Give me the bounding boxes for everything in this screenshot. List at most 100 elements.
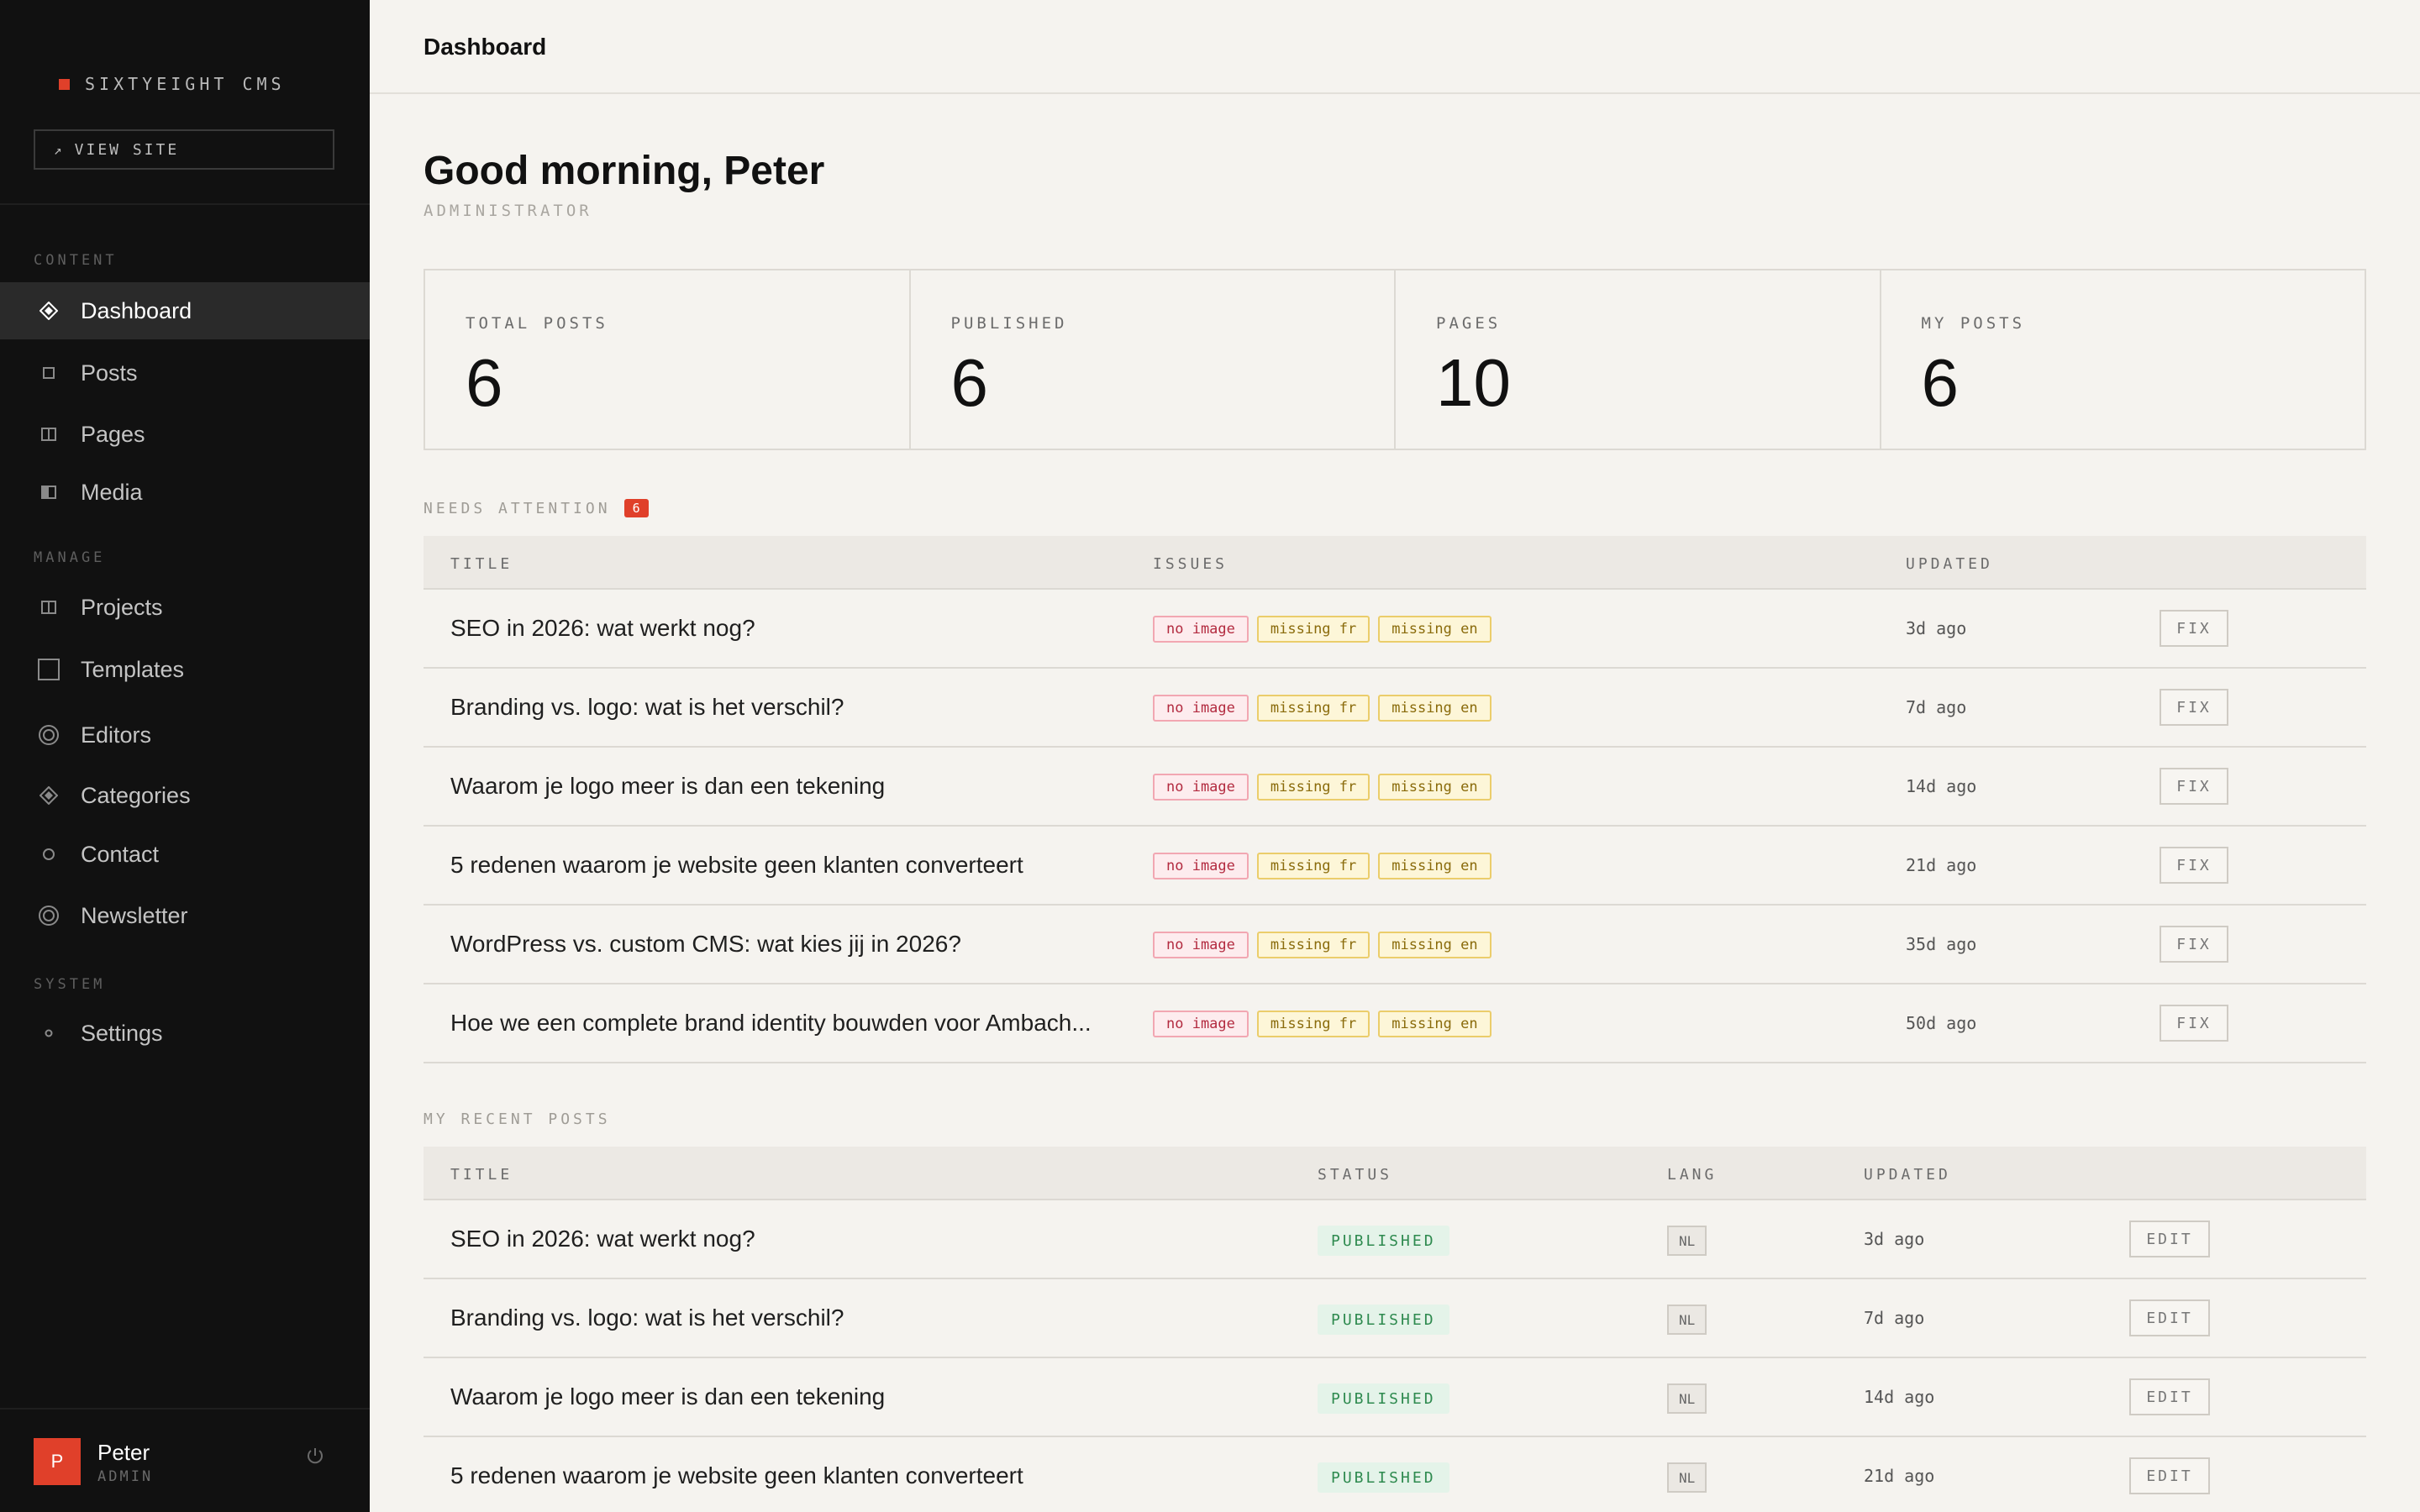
updated-time: 35d ago: [1906, 934, 1977, 954]
stat-label: PAGES: [1436, 314, 1502, 333]
needs-attention-heading: NEEDS ATTENTION 6: [424, 499, 649, 517]
issue-tags: no image missing fr missing en: [1153, 853, 1500, 879]
circle-icon: [34, 848, 64, 861]
issue-tag-missing-fr: missing fr: [1256, 695, 1370, 722]
view-site-label: VIEW SITE: [74, 140, 180, 159]
fix-button[interactable]: FIX: [2160, 610, 2228, 647]
brand-logo[interactable]: SIXTYEIGHT CMS: [59, 74, 286, 94]
stats-row: TOTAL POSTS 6 PUBLISHED 6 PAGES 10 MY PO…: [424, 269, 2366, 450]
section-title: MY RECENT POSTS: [424, 1110, 611, 1128]
user-name: Peter: [97, 1440, 150, 1465]
stat-value: 6: [466, 345, 503, 420]
stat-card-pages: PAGES 10: [1396, 270, 1881, 449]
edit-button[interactable]: EDIT: [2129, 1457, 2210, 1494]
columns-icon: [34, 427, 64, 442]
updated-time: 21d ago: [1864, 1466, 1935, 1486]
edit-button[interactable]: EDIT: [2129, 1221, 2210, 1257]
sidebar-item-dashboard[interactable]: Dashboard: [0, 282, 370, 339]
column-header-updated[interactable]: UPDATED: [1864, 1166, 1951, 1184]
post-title-link[interactable]: Waarom je logo meer is dan een tekening: [450, 1383, 885, 1410]
dot-icon: [34, 1028, 64, 1038]
fix-button[interactable]: FIX: [2160, 1005, 2228, 1042]
fix-button[interactable]: FIX: [2160, 689, 2228, 726]
half-square-icon: [34, 485, 64, 500]
sidebar-item-pages[interactable]: Pages: [0, 406, 370, 463]
issue-tag-no-image: no image: [1153, 616, 1249, 643]
ring-icon: [34, 724, 64, 746]
post-title-link[interactable]: Hoe we een complete brand identity bouwd…: [450, 1010, 1092, 1037]
table-row[interactable]: SEO in 2026: wat werkt nog? PUBLISHED NL 3d…: [424, 1200, 2366, 1279]
status-badge: PUBLISHED: [1318, 1462, 1449, 1493]
sidebar-item-label: Projects: [81, 594, 163, 620]
fix-button[interactable]: FIX: [2160, 926, 2228, 963]
table-row[interactable]: 5 redenen waarom je website geen klanten…: [424, 1437, 2366, 1512]
issue-tag-missing-en: missing en: [1378, 932, 1491, 958]
diamond-icon: [34, 786, 64, 805]
column-header-lang[interactable]: LANG: [1667, 1166, 1717, 1184]
issue-tag-missing-en: missing en: [1378, 695, 1491, 722]
sidebar-item-label: Posts: [81, 360, 138, 386]
issue-tag-no-image: no image: [1153, 1011, 1249, 1037]
column-header-status[interactable]: STATUS: [1318, 1166, 1392, 1184]
sidebar-divider: [0, 203, 370, 205]
table-row[interactable]: Waarom je logo meer is dan een tekening n…: [424, 748, 2366, 827]
sidebar-item-categories[interactable]: Categories: [0, 767, 370, 824]
stat-label: MY POSTS: [1921, 314, 2026, 333]
stat-card-published: PUBLISHED 6: [911, 270, 1396, 449]
post-title-link[interactable]: SEO in 2026: wat werkt nog?: [450, 615, 755, 642]
table-row[interactable]: Hoe we een complete brand identity bouwd…: [424, 984, 2366, 1063]
stat-value: 10: [1436, 345, 1511, 420]
post-title-link[interactable]: Branding vs. logo: wat is het verschil?: [450, 1305, 844, 1331]
post-title-link[interactable]: SEO in 2026: wat werkt nog?: [450, 1226, 755, 1252]
issue-tag-no-image: no image: [1153, 695, 1249, 722]
sidebar-item-label: Media: [81, 479, 143, 505]
table-row[interactable]: Branding vs. logo: wat is het verschil? n…: [424, 669, 2366, 748]
edit-button[interactable]: EDIT: [2129, 1299, 2210, 1336]
sidebar-item-posts[interactable]: Posts: [0, 344, 370, 402]
sidebar-item-editors[interactable]: Editors: [0, 706, 370, 764]
column-header-updated[interactable]: UPDATED: [1906, 555, 1993, 573]
issue-tag-missing-fr: missing fr: [1256, 774, 1370, 801]
sidebar-item-media[interactable]: Media: [0, 464, 370, 521]
lang-badge: NL: [1667, 1305, 1707, 1335]
post-title-link[interactable]: 5 redenen waarom je website geen klanten…: [450, 1462, 1023, 1489]
issue-tags: no image missing fr missing en: [1153, 774, 1500, 801]
post-title-link[interactable]: 5 redenen waarom je website geen klanten…: [450, 852, 1023, 879]
sidebar-item-contact[interactable]: Contact: [0, 826, 370, 883]
table-row[interactable]: SEO in 2026: wat werkt nog? no image missi…: [424, 590, 2366, 669]
fix-button[interactable]: FIX: [2160, 847, 2228, 884]
sidebar-item-newsletter[interactable]: Newsletter: [0, 887, 370, 944]
top-bar: Dashboard: [370, 0, 2420, 94]
post-title-link[interactable]: Waarom je logo meer is dan een tekening: [450, 773, 885, 800]
sidebar-item-label: Templates: [81, 656, 185, 682]
columns-icon: [34, 600, 64, 615]
avatar[interactable]: P: [34, 1438, 81, 1485]
post-title-link[interactable]: WordPress vs. custom CMS: wat kies jij i…: [450, 931, 961, 958]
updated-time: 14d ago: [1864, 1387, 1935, 1407]
lang-badge: NL: [1667, 1226, 1707, 1256]
column-header-title[interactable]: TITLE: [450, 1166, 513, 1184]
table-row[interactable]: WordPress vs. custom CMS: wat kies jij i…: [424, 906, 2366, 984]
column-header-title[interactable]: TITLE: [450, 555, 513, 573]
table-header: TITLE STATUS LANG UPDATED: [424, 1147, 2366, 1200]
issue-tag-missing-en: missing en: [1378, 1011, 1491, 1037]
issue-tag-missing-en: missing en: [1378, 774, 1491, 801]
sidebar-item-projects[interactable]: Projects: [0, 579, 370, 636]
power-icon[interactable]: [306, 1446, 324, 1471]
updated-time: 3d ago: [1864, 1229, 1925, 1249]
fix-button[interactable]: FIX: [2160, 768, 2228, 805]
brand-name: SIXTYEIGHT CMS: [85, 74, 286, 94]
updated-time: 7d ago: [1906, 697, 1967, 717]
view-site-button[interactable]: ↗ VIEW SITE: [34, 129, 334, 170]
stat-card-my-posts: MY POSTS 6: [1881, 270, 2365, 449]
issue-tag-missing-fr: missing fr: [1256, 1011, 1370, 1037]
sidebar-item-settings[interactable]: Settings: [0, 1005, 370, 1062]
sidebar-item-label: Dashboard: [81, 297, 192, 323]
post-title-link[interactable]: Branding vs. logo: wat is het verschil?: [450, 694, 844, 721]
table-row[interactable]: 5 redenen waarom je website geen klanten…: [424, 827, 2366, 906]
column-header-issues[interactable]: ISSUES: [1153, 555, 1228, 573]
table-row[interactable]: Branding vs. logo: wat is het verschil? P…: [424, 1279, 2366, 1358]
table-row[interactable]: Waarom je logo meer is dan een tekening P…: [424, 1358, 2366, 1437]
edit-button[interactable]: EDIT: [2129, 1378, 2210, 1415]
sidebar-item-templates[interactable]: Templates: [0, 641, 370, 698]
